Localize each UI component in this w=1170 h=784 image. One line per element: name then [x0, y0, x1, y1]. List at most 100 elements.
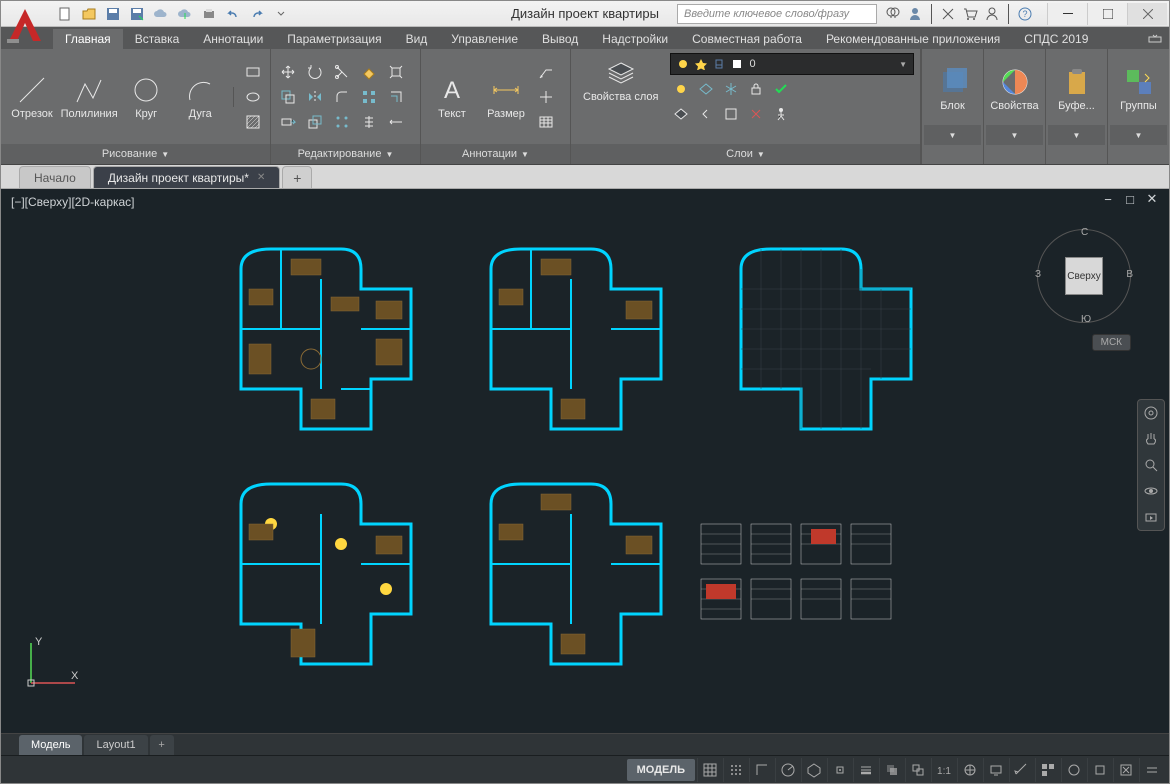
groups-panel-expand[interactable]: ▼: [1110, 125, 1167, 145]
tab-view[interactable]: Вид: [394, 29, 440, 49]
layer-previous-icon[interactable]: [695, 103, 717, 125]
draw-panel-footer[interactable]: Рисование ▼: [1, 144, 270, 164]
tab-insert[interactable]: Вставка: [123, 29, 192, 49]
undo-icon[interactable]: [221, 3, 245, 25]
customize-icon[interactable]: [1139, 758, 1163, 782]
block-button[interactable]: Блок: [924, 53, 981, 125]
viewcube-top[interactable]: Сверху: [1065, 257, 1103, 295]
clean-screen-icon[interactable]: [1113, 758, 1137, 782]
viewcube[interactable]: Сверху С Ю В З: [1037, 229, 1131, 323]
modify-panel-footer[interactable]: Редактирование ▼: [271, 144, 420, 164]
properties-panel-expand[interactable]: ▼: [986, 125, 1043, 145]
add-layout-button[interactable]: +: [150, 735, 174, 755]
save-icon[interactable]: [101, 3, 125, 25]
isodraft-icon[interactable]: [801, 758, 825, 782]
app-logo[interactable]: [3, 3, 47, 47]
orbit-icon[interactable]: [1138, 478, 1164, 504]
hardware-accel-icon[interactable]: [1061, 758, 1085, 782]
lengthen-icon[interactable]: [385, 111, 407, 133]
close-button[interactable]: [1127, 3, 1167, 25]
ortho-icon[interactable]: [749, 758, 773, 782]
steering-wheel-icon[interactable]: [1138, 400, 1164, 426]
minimize-button[interactable]: [1047, 3, 1087, 25]
layer-lock-icon[interactable]: [745, 78, 767, 100]
viewport-restore-icon[interactable]: □: [1123, 192, 1137, 206]
ellipse-icon[interactable]: [242, 86, 264, 108]
layer-match-icon[interactable]: [670, 103, 692, 125]
layer-walk-icon[interactable]: [770, 103, 792, 125]
text-button[interactable]: A Текст: [427, 70, 477, 124]
rectangle-icon[interactable]: [242, 61, 264, 83]
document-tab[interactable]: Дизайн проект квартиры* ✕: [93, 166, 281, 188]
annotation-panel-footer[interactable]: Аннотации ▼: [421, 144, 570, 164]
arc-button[interactable]: Дуга: [175, 70, 225, 124]
layer-dropdown[interactable]: 0 ▼: [670, 53, 914, 75]
qat-chevron-down-icon[interactable]: [269, 3, 293, 25]
start-tab[interactable]: Начало: [19, 166, 91, 188]
stretch-icon[interactable]: [277, 111, 299, 133]
pan-icon[interactable]: [1138, 426, 1164, 452]
help-icon[interactable]: ?: [1015, 4, 1035, 24]
line-button[interactable]: Отрезок: [7, 70, 57, 124]
tab-manage[interactable]: Управление: [439, 29, 530, 49]
selection-cycling-icon[interactable]: [905, 758, 929, 782]
groups-button[interactable]: Группы: [1110, 53, 1167, 125]
polyline-button[interactable]: Полилиния: [61, 70, 117, 124]
erase-icon[interactable]: [358, 61, 380, 83]
exchange-icon[interactable]: [938, 4, 958, 24]
explode-icon[interactable]: [385, 61, 407, 83]
annotation-scale-icon[interactable]: 1:1: [931, 758, 955, 782]
signin-icon[interactable]: [905, 4, 925, 24]
clipboard-panel-expand[interactable]: ▼: [1048, 125, 1105, 145]
tab-output[interactable]: Вывод: [530, 29, 590, 49]
offset-icon[interactable]: [385, 86, 407, 108]
isolate-objects-icon[interactable]: [1087, 758, 1111, 782]
block-panel-expand[interactable]: ▼: [924, 125, 981, 145]
align-icon[interactable]: [358, 111, 380, 133]
tab-parametric[interactable]: Параметризация: [275, 29, 393, 49]
drawing-canvas[interactable]: [−][Сверху][2D-каркас] − □ ✕: [1, 189, 1169, 733]
search-input[interactable]: Введите ключевое слово/фразу: [677, 4, 877, 24]
layer-delete-icon[interactable]: [745, 103, 767, 125]
fillet-icon[interactable]: [331, 86, 353, 108]
layer-state-icon[interactable]: [720, 103, 742, 125]
cloud-save-icon[interactable]: [173, 3, 197, 25]
tab-annotate[interactable]: Аннотации: [191, 29, 275, 49]
layer-off-icon[interactable]: [670, 78, 692, 100]
dimension-button[interactable]: Размер: [481, 70, 531, 124]
polar-icon[interactable]: [775, 758, 799, 782]
modelspace-toggle[interactable]: МОДЕЛЬ: [627, 759, 695, 781]
units-icon[interactable]: [1009, 758, 1033, 782]
arrayrect-icon[interactable]: [331, 111, 353, 133]
tab-featured[interactable]: Рекомендованные приложения: [814, 29, 1012, 49]
ribbon-minimize-icon[interactable]: [1141, 29, 1169, 49]
tab-collaborate[interactable]: Совместная работа: [680, 29, 814, 49]
snap-icon[interactable]: [723, 758, 747, 782]
viewport-label[interactable]: [−][Сверху][2D-каркас]: [11, 195, 135, 209]
close-tab-icon[interactable]: ✕: [257, 172, 265, 183]
circle-button[interactable]: Круг: [121, 70, 171, 124]
mirror-icon[interactable]: [304, 86, 326, 108]
rotate-icon[interactable]: [304, 61, 326, 83]
properties-button[interactable]: Свойства: [986, 53, 1043, 125]
leader-icon[interactable]: [535, 61, 557, 83]
move-icon[interactable]: [277, 61, 299, 83]
search-icon[interactable]: [883, 4, 903, 24]
hatch-icon[interactable]: [242, 111, 264, 133]
redo-icon[interactable]: [245, 3, 269, 25]
layer-isolate-icon[interactable]: [695, 78, 717, 100]
zoom-extents-icon[interactable]: [1138, 452, 1164, 478]
tab-addins[interactable]: Надстройки: [590, 29, 680, 49]
tab-spds[interactable]: СПДС 2019: [1012, 29, 1100, 49]
tab-home[interactable]: Главная: [53, 29, 123, 49]
grid-icon[interactable]: [697, 758, 721, 782]
scale-icon[interactable]: [304, 111, 326, 133]
table-icon[interactable]: [535, 111, 557, 133]
layer-freeze-icon[interactable]: [720, 78, 742, 100]
copy-icon[interactable]: [277, 86, 299, 108]
annotation-monitor-icon[interactable]: [983, 758, 1007, 782]
model-tab[interactable]: Модель: [19, 735, 82, 755]
showmotion-icon[interactable]: [1138, 504, 1164, 530]
osnap-icon[interactable]: [827, 758, 851, 782]
layer-properties-button[interactable]: Свойства слоя: [577, 53, 664, 107]
